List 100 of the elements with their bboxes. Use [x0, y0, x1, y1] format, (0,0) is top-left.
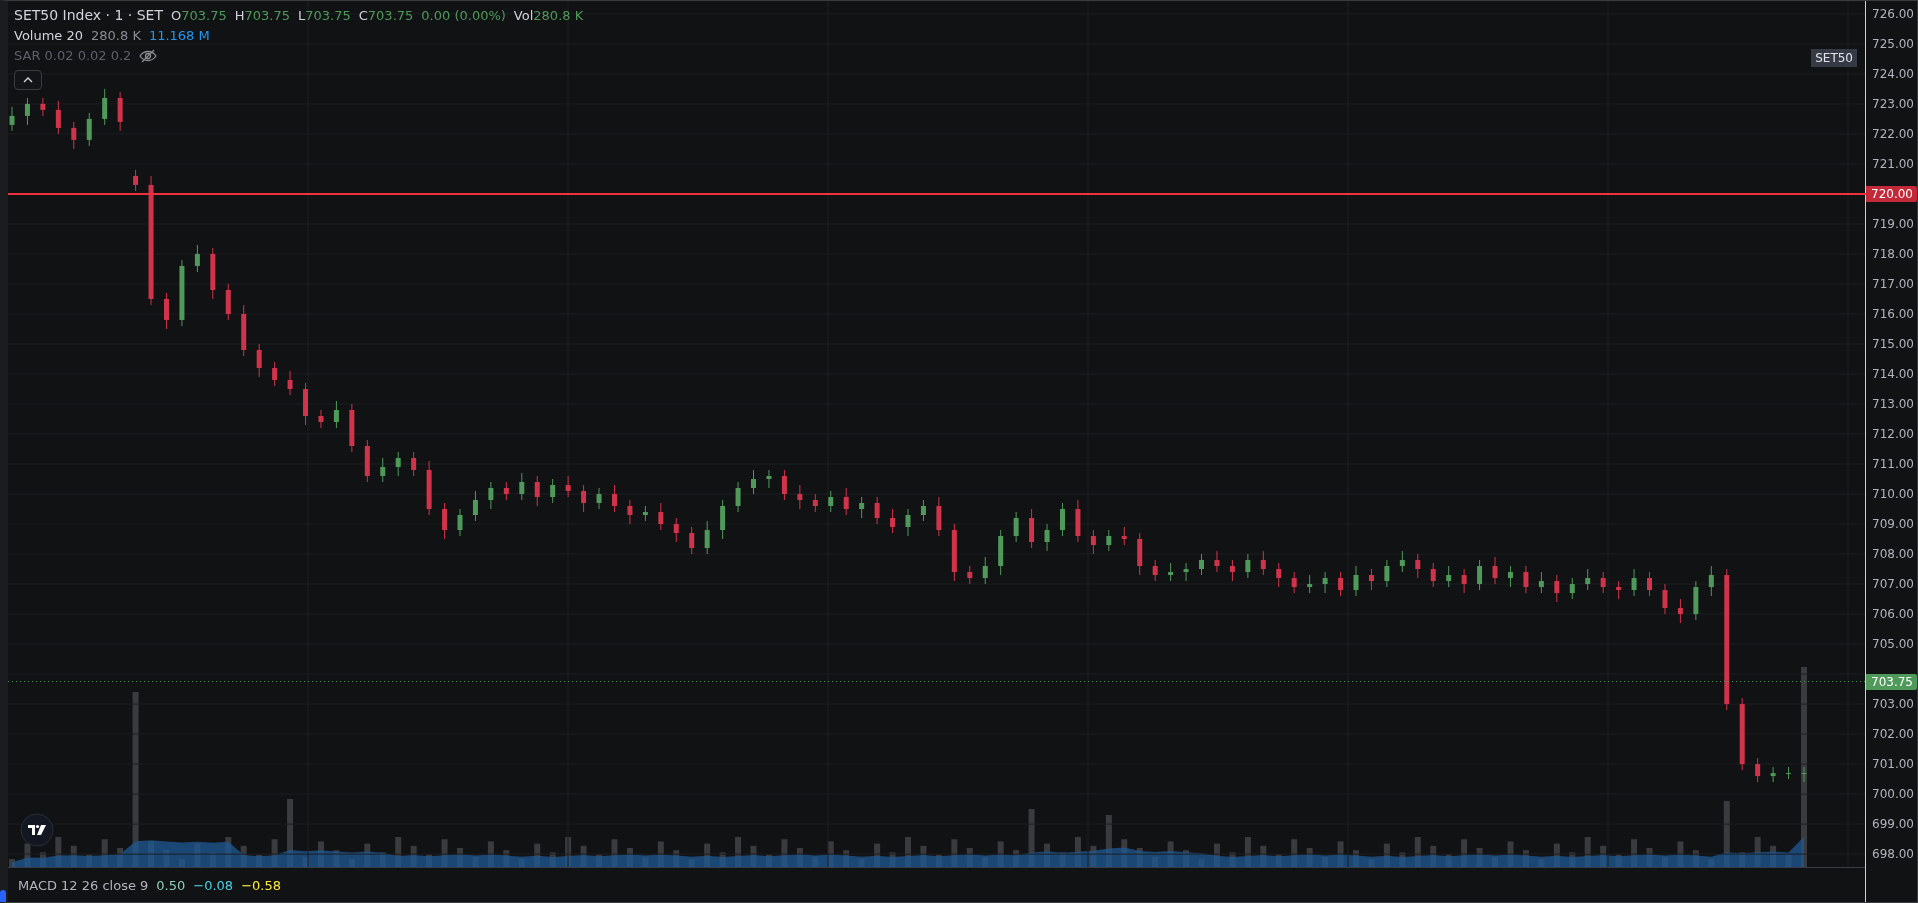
candlestick: [1662, 583, 1668, 615]
candlestick: [457, 508, 463, 537]
candlestick: [1368, 568, 1374, 591]
indicator-value: 280.8 K: [91, 28, 141, 43]
candlestick: [519, 472, 525, 501]
candlestick: [1647, 571, 1653, 597]
candlestick: [1446, 565, 1452, 588]
candlestick: [9, 106, 15, 132]
candlestick: [442, 502, 448, 540]
candlestick: [967, 565, 973, 585]
candlestick: [71, 121, 77, 150]
candlestick: [1770, 766, 1776, 783]
indicator-name[interactable]: MACD 12 26 close 9: [18, 877, 149, 893]
candlestick: [1415, 553, 1421, 579]
candlestick: [1569, 577, 1575, 600]
collapse-button[interactable]: [14, 70, 42, 90]
candlestick: [751, 469, 757, 495]
price-tick: 708.00: [1872, 547, 1914, 561]
candlestick: [581, 484, 587, 513]
price-tick: 718.00: [1872, 246, 1914, 261]
candlestick: [1631, 568, 1637, 597]
price-tick: 717.00: [1872, 276, 1914, 291]
price-tick: 706.00: [1872, 607, 1914, 622]
candlestick: [550, 478, 556, 504]
price-tick: 715.00: [1872, 336, 1914, 351]
candlestick: [1090, 529, 1096, 555]
price-tick: 719.00: [1872, 216, 1914, 231]
candlestick: [1168, 562, 1174, 582]
candlestick: [488, 481, 494, 510]
ohlc-value: O703.75: [171, 7, 227, 23]
price-tick: 714.00: [1872, 367, 1914, 381]
candlestick: [24, 97, 30, 126]
candlestick: [1199, 553, 1205, 576]
candlestick: [596, 487, 602, 510]
price-tick: 701.00: [1872, 757, 1914, 772]
candlestick: [720, 499, 726, 540]
candlestick: [627, 499, 633, 525]
candlestick: [503, 481, 509, 501]
symbol-label: SET50: [1811, 49, 1857, 67]
candlestick: [658, 502, 664, 531]
alert-line[interactable]: [8, 192, 1866, 195]
candlestick: [318, 409, 324, 429]
price-tick: 716.00: [1872, 306, 1914, 321]
price-tick: 705.00: [1872, 637, 1914, 652]
candlestick: [936, 496, 942, 537]
candlestick: [1029, 508, 1035, 549]
ohlc-value: C703.75: [358, 7, 414, 23]
price-tick: 709.00: [1872, 517, 1914, 531]
candlestick: [859, 496, 865, 519]
price-tick: 725.00: [1872, 36, 1914, 51]
price-tick: 710.00: [1872, 487, 1914, 501]
candlestick: [797, 484, 803, 510]
candlestick: [1523, 565, 1529, 594]
candlestick: [1755, 757, 1761, 783]
candlestick: [1538, 571, 1544, 594]
candlestick: [920, 499, 926, 522]
candlestick: [1585, 568, 1591, 591]
candlestick: [874, 496, 880, 525]
candlestick: [1307, 574, 1313, 594]
indicator-value: 0.50: [156, 877, 186, 893]
candlestick: [1786, 766, 1792, 780]
change-value: 0.00 (0.00%): [421, 7, 506, 23]
candlestick: [1616, 580, 1622, 600]
candlestick: [1013, 511, 1019, 543]
candlestick: [1276, 562, 1282, 588]
candlestick: [766, 469, 772, 489]
candlestick: [781, 469, 787, 501]
candlestick: [287, 370, 293, 396]
candlestick: [55, 100, 61, 135]
candlestick: [689, 526, 695, 555]
price-tick: 713.00: [1872, 397, 1914, 411]
scroll-handle[interactable]: [0, 890, 6, 902]
candlestick: [1322, 571, 1328, 594]
candlestick: [225, 283, 231, 321]
alert-price-label: 720.00: [1866, 185, 1917, 202]
indicator-value: 11.168 M: [148, 28, 210, 43]
eye-off-icon[interactable]: [139, 48, 158, 63]
candlestick: [1338, 571, 1344, 597]
candlestick: [1106, 529, 1112, 552]
candlestick: [380, 457, 386, 483]
candlestick: [1430, 562, 1436, 588]
indicator-name[interactable]: Volume 20: [14, 28, 84, 43]
candlestick: [472, 490, 478, 522]
candlestick: [194, 244, 200, 273]
candlestick: [272, 361, 278, 387]
candlestick: [611, 484, 617, 513]
candlestick: [673, 517, 679, 543]
candlestick: [1059, 502, 1065, 537]
logo-icon[interactable]: [20, 813, 54, 847]
price-tick: 712.00: [1872, 427, 1914, 441]
candlestick: [40, 97, 46, 117]
price-tick: 703.00: [1872, 697, 1914, 712]
candlestick: [1399, 550, 1405, 573]
candlestick: [735, 481, 741, 513]
candlestick: [1121, 526, 1127, 546]
candlestick: [1245, 553, 1251, 579]
indicator-value: −0.08: [193, 877, 234, 893]
symbol-title[interactable]: SET50 Index · 1 · SET: [14, 7, 163, 23]
candlestick: [102, 88, 108, 126]
candlestick: [1677, 598, 1683, 624]
